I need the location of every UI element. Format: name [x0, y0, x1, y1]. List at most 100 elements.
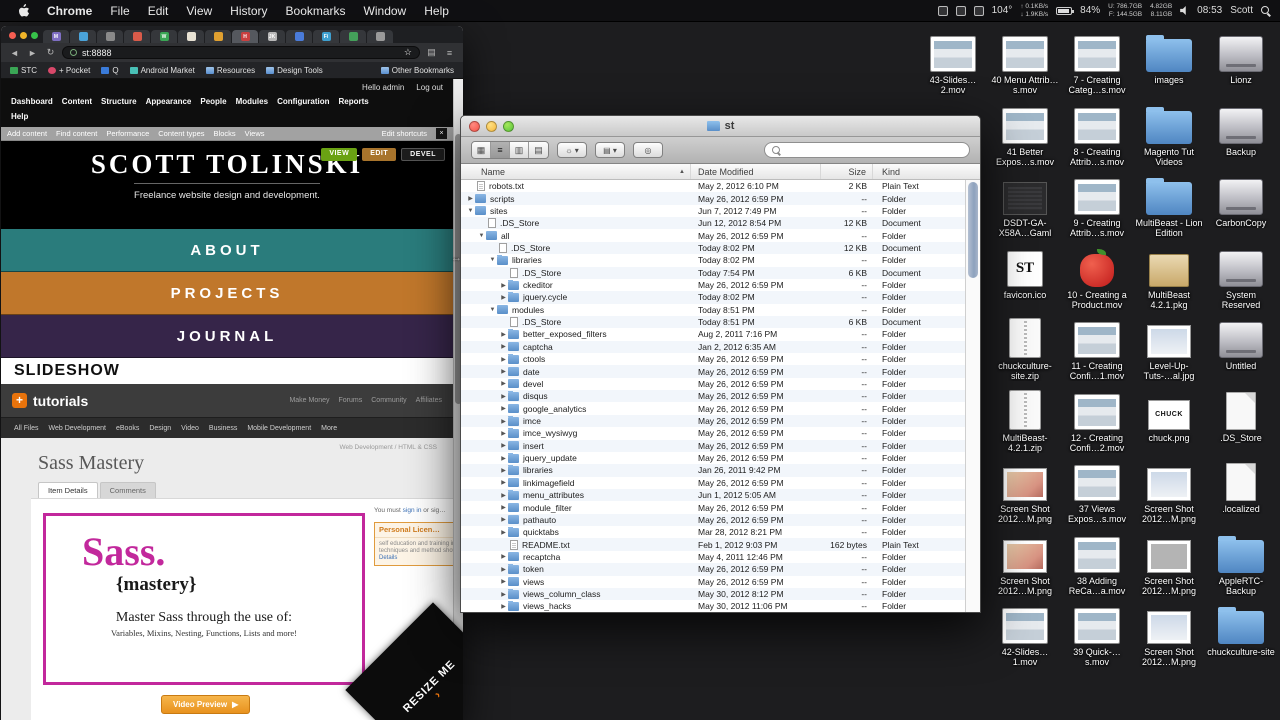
desktop-icon[interactable]: Magento Tut Videos — [1135, 102, 1203, 167]
menu-item[interactable]: File — [101, 4, 138, 18]
tuts-subnav-item[interactable]: Business — [209, 425, 237, 432]
shortcut-link[interactable]: Content types — [158, 129, 204, 138]
disclosure-triangle-icon[interactable] — [499, 294, 508, 301]
file-row[interactable]: pathauto May 26, 2012 6:59 PM -- Folder — [461, 513, 980, 527]
desktop-icon[interactable]: 43-Slides…2.mov — [919, 30, 987, 95]
disclosure-triangle-icon[interactable] — [499, 504, 508, 511]
menu-item[interactable]: View — [177, 4, 221, 18]
quicklook-button[interactable]: ◎ — [633, 142, 663, 158]
status-icon[interactable] — [937, 5, 948, 16]
site-nav-item[interactable]: ABOUT — [1, 229, 453, 272]
file-row[interactable]: devel May 26, 2012 6:59 PM -- Folder — [461, 378, 980, 390]
file-row[interactable]: .DS_Store Today 7:54 PM 6 KB Document — [461, 266, 980, 279]
disclosure-triangle-icon[interactable] — [499, 380, 508, 387]
desktop-icon[interactable]: Screen Shot 2012…M.png — [991, 531, 1059, 596]
disclosure-triangle-icon[interactable] — [499, 405, 508, 412]
desktop-icon[interactable]: 41 Better Expos…s.mov — [991, 102, 1059, 167]
disclosure-triangle-icon[interactable] — [499, 442, 508, 449]
disk-usage-readout[interactable]: U: 786.7GB F: 144.5GB — [1108, 3, 1142, 18]
minimize-window-button[interactable] — [486, 120, 497, 132]
browser-tab[interactable]: H — [232, 30, 258, 43]
shortcut-link[interactable]: Add content — [7, 129, 47, 138]
drupal-menu-item[interactable]: Reports — [339, 97, 369, 106]
drupal-menu-item[interactable]: Configuration — [277, 97, 329, 106]
file-row[interactable]: linkimagefield May 26, 2012 6:59 PM -- F… — [461, 477, 980, 489]
shortcut-link[interactable]: Views — [245, 129, 265, 138]
file-row[interactable]: views_column_class May 30, 2012 8:12 PM … — [461, 587, 980, 601]
file-row[interactable]: .DS_Store Today 8:51 PM 6 KB Document — [461, 315, 980, 329]
disclosure-triangle-icon[interactable] — [499, 566, 508, 573]
disclosure-triangle-icon[interactable] — [499, 578, 508, 585]
desktop-icon[interactable]: CarbonCopy — [1207, 173, 1275, 228]
file-row[interactable]: better_exposed_filters Aug 2, 2011 7:16 … — [461, 328, 980, 340]
desktop-icon[interactable]: .localized — [1207, 459, 1275, 514]
file-row[interactable]: insert May 26, 2012 6:59 PM -- Folder — [461, 439, 980, 452]
finder-scrollbar[interactable] — [965, 180, 980, 612]
app-menu-chrome[interactable]: Chrome — [38, 4, 101, 18]
bookmark-item[interactable]: Resources — [205, 66, 255, 75]
forward-button[interactable]: ► — [26, 48, 39, 58]
desktop-icon[interactable]: Screen Shot 2012…M.png — [991, 459, 1059, 524]
tuts-logo-icon[interactable]: + — [12, 393, 27, 408]
desktop-icon[interactable]: 7 - Creating Categ…s.mov — [1063, 30, 1131, 95]
disclosure-triangle-icon[interactable] — [499, 455, 508, 462]
site-nav-item[interactable]: PROJECTS — [1, 272, 453, 315]
browser-tab[interactable] — [178, 30, 204, 43]
drupal-menu-item[interactable]: Appearance — [146, 97, 192, 106]
file-row[interactable]: robots.txt May 2, 2012 6:10 PM 2 KB Plai… — [461, 180, 980, 192]
list-view-button[interactable]: ≡ — [491, 142, 510, 158]
wrench-menu-icon[interactable]: ≡ — [443, 48, 456, 58]
action-gear-button[interactable]: ☼ ▾ — [557, 142, 587, 158]
coverflow-view-button[interactable]: ▤ — [529, 142, 548, 158]
column-header-name[interactable]: Name ▲ — [461, 164, 691, 179]
bookmark-item[interactable]: + Pocket — [48, 66, 90, 75]
browser-tab[interactable] — [70, 30, 96, 43]
disclosure-triangle-icon[interactable] — [499, 356, 508, 363]
desktop-icon[interactable]: Lionz — [1207, 30, 1275, 85]
desktop-icon[interactable]: 8 - Creating Attrib…s.mov — [1063, 102, 1131, 167]
browser-tab[interactable] — [340, 30, 366, 43]
file-row[interactable]: ckeditor May 26, 2012 6:59 PM -- Folder — [461, 279, 980, 291]
toolbar-close-button[interactable]: × — [436, 128, 447, 139]
desktop-icon[interactable]: .DS_Store — [1207, 388, 1275, 443]
disclosure-triangle-icon[interactable] — [488, 307, 497, 313]
tuts-subnav-item[interactable]: Web Development — [49, 425, 106, 432]
battery-percent[interactable]: 84% — [1080, 5, 1100, 16]
disclosure-triangle-icon[interactable] — [499, 591, 508, 598]
menu-item[interactable]: History — [221, 4, 276, 18]
file-row[interactable]: modules Today 8:51 PM -- Folder — [461, 304, 980, 316]
desktop-icon[interactable]: 42-Slides…1.mov — [991, 602, 1059, 667]
disclosure-triangle-icon[interactable] — [466, 208, 475, 214]
desktop-icon[interactable]: DSDT-GA-X58A…Gaml — [991, 173, 1059, 238]
admin-tab[interactable]: EDIT — [362, 148, 397, 161]
column-view-button[interactable]: ▥ — [510, 142, 529, 158]
desktop-icon[interactable]: Untitled — [1207, 316, 1275, 371]
browser-tab[interactable]: M — [43, 30, 69, 43]
file-row[interactable]: README.txt Feb 1, 2012 9:03 PM 162 bytes… — [461, 538, 980, 551]
file-row[interactable]: module_filter May 26, 2012 6:59 PM -- Fo… — [461, 501, 980, 513]
shortcut-link[interactable]: Performance — [106, 129, 149, 138]
apple-menu-icon[interactable] — [10, 3, 38, 18]
desktop-icon[interactable]: 37 Views Expos…s.mov — [1063, 459, 1131, 524]
file-row[interactable]: all May 26, 2012 6:59 PM -- Folder — [461, 229, 980, 241]
disclosure-triangle-icon[interactable] — [499, 282, 508, 289]
menu-item[interactable]: Help — [415, 4, 458, 18]
back-button[interactable]: ◄ — [8, 48, 21, 58]
admin-tab[interactable]: DEVEL — [401, 148, 445, 161]
volume-icon[interactable] — [1180, 6, 1186, 15]
file-row[interactable]: date May 26, 2012 6:59 PM -- Folder — [461, 365, 980, 378]
desktop-icon[interactable]: CHUCK chuck.png — [1135, 388, 1203, 443]
disclosure-triangle-icon[interactable] — [499, 430, 508, 437]
column-header-size[interactable]: Size — [821, 164, 873, 179]
account-link[interactable]: Hello admin — [362, 83, 404, 92]
user-menu[interactable]: Scott — [1230, 5, 1253, 16]
browser-tab[interactable] — [97, 30, 123, 43]
drupal-menu-item[interactable]: Dashboard — [11, 97, 53, 106]
drupal-help-link[interactable]: Help — [11, 112, 28, 121]
tuts-subnav-item[interactable]: All Files — [14, 425, 39, 432]
file-row[interactable]: views_hacks May 30, 2012 11:06 PM -- Fol… — [461, 600, 980, 612]
arrange-button[interactable]: ▤ ▾ — [595, 142, 625, 158]
desktop-icon[interactable]: ST favicon.ico — [991, 245, 1059, 300]
file-row[interactable]: libraries Today 8:02 PM -- Folder — [461, 254, 980, 266]
desktop-icon[interactable]: Backup — [1207, 102, 1275, 157]
